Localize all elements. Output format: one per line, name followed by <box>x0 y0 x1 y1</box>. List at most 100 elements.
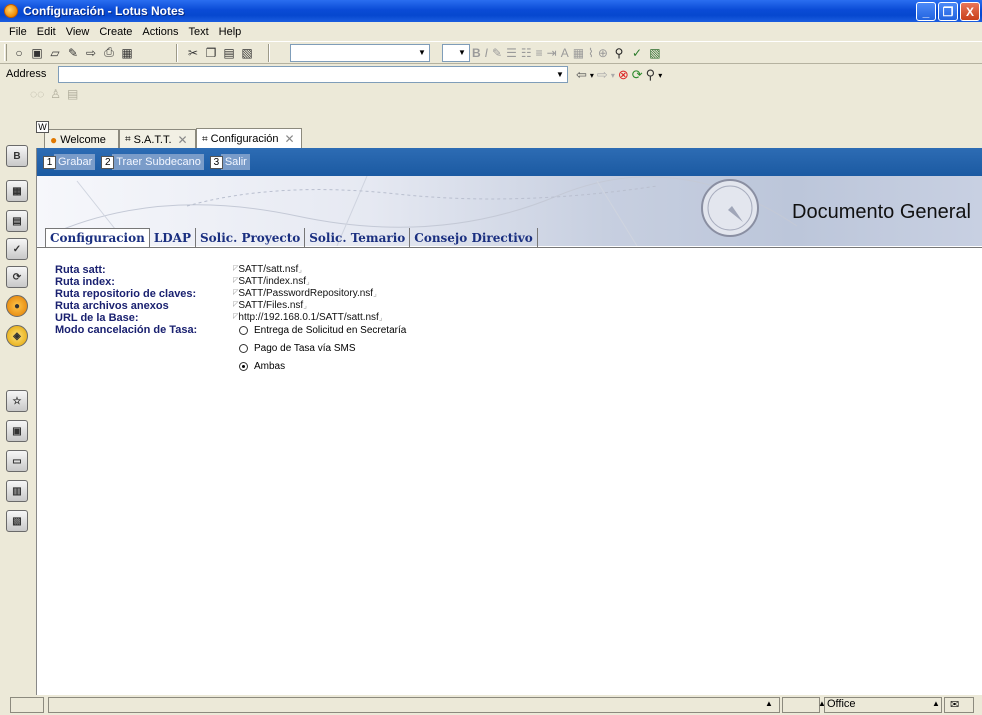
tab-solic-temario[interactable]: Solic. Temario <box>305 228 411 247</box>
find-icon[interactable]: ⚲ <box>611 45 627 61</box>
close-icon[interactable]: ✕ <box>285 132 295 146</box>
calendar-icon[interactable]: ▦ <box>119 45 135 61</box>
todo-bookmark-icon[interactable]: ✓ <box>6 238 28 260</box>
folder-bookmark-icon[interactable]: ▭ <box>6 450 28 472</box>
tab-consejo-directivo[interactable]: Consejo Directivo <box>410 228 538 247</box>
radio-pago-sms[interactable]: Pago de Tasa vía SMS <box>239 343 356 354</box>
ruta-archivos-field[interactable]: ◸SATT/Files.nsf⌟ <box>233 300 307 311</box>
forward-icon[interactable]: ⇨ <box>597 67 608 83</box>
menu-help[interactable]: Help <box>214 26 247 38</box>
ruta-index-field[interactable]: ◸SATT/index.nsf⌟ <box>233 276 310 287</box>
text-properties-icon[interactable]: A <box>561 46 569 60</box>
copy-icon[interactable]: ❐ <box>203 45 219 61</box>
salir-button[interactable]: 3 Salir <box>209 154 250 170</box>
save-icon[interactable]: ▣ <box>29 45 45 61</box>
tab-label: S.A.T.T. <box>133 133 172 146</box>
menu-actions[interactable]: Actions <box>137 26 183 38</box>
spellcheck-icon[interactable]: ✓ <box>629 45 645 61</box>
domino-bookmark-icon[interactable]: ◈ <box>6 325 28 347</box>
paste-icon[interactable]: ▤ <box>221 45 237 61</box>
replicator-bookmark-icon[interactable]: ⟳ <box>6 266 28 288</box>
paste-special-icon[interactable]: ▧ <box>239 45 255 61</box>
search-dropdown-icon[interactable]: ▾ <box>658 71 662 80</box>
url-base-field[interactable]: ◸http://192.168.0.1/SATT/satt.nsf⌟ <box>233 312 383 323</box>
radio-button[interactable] <box>239 326 248 335</box>
chevron-down-icon[interactable]: ▼ <box>415 45 429 61</box>
chevron-down-icon[interactable]: ▼ <box>455 45 469 61</box>
radio-button-checked[interactable] <box>239 362 248 371</box>
italic-icon[interactable]: I <box>485 46 488 60</box>
tab-satt[interactable]: ⌗ S.A.T.T. ✕ <box>119 129 196 149</box>
maximize-button[interactable]: ❐ <box>938 2 958 21</box>
picture-icon[interactable]: ▧ <box>647 45 663 61</box>
mail-icon[interactable]: ✉ <box>950 698 959 711</box>
link-icon[interactable]: ⊕ <box>598 46 608 60</box>
print-icon[interactable]: ⎙ <box>101 45 117 61</box>
grabar-button[interactable]: 1 Grabar <box>43 154 96 170</box>
favorites-bookmark-icon[interactable]: ☆ <box>6 390 28 412</box>
number-list-icon[interactable]: ☷ <box>521 46 532 60</box>
secondary-toolbar: ◌◌ ♙ ▤ <box>0 84 982 104</box>
history-bookmark-icon[interactable]: ▥ <box>6 480 28 502</box>
menu-text[interactable]: Text <box>183 26 213 38</box>
cut-icon[interactable]: ✂ <box>185 45 201 61</box>
status-message-area <box>48 697 780 713</box>
radio-label: Ambas <box>254 361 286 372</box>
radio-ambas[interactable]: Ambas <box>239 361 285 372</box>
back-icon[interactable]: ⇦ <box>576 67 587 83</box>
attach-icon[interactable]: ⌇ <box>588 46 594 60</box>
radio-entrega-solicitud[interactable]: Entrega de Solicitud en Secretaría <box>239 325 406 336</box>
databases-bookmark-icon[interactable]: ▣ <box>6 420 28 442</box>
field-value: SATT/index.nsf <box>238 276 307 287</box>
tab-welcome[interactable]: ● Welcome <box>44 129 119 149</box>
minimize-button[interactable]: _ <box>916 2 936 21</box>
close-window-button[interactable]: X <box>960 2 980 21</box>
status-db-box[interactable] <box>782 697 820 713</box>
tab-configuracion[interactable]: ⌗ Configuración ✕ <box>196 128 302 149</box>
edit-document-icon[interactable]: ✎ <box>65 45 81 61</box>
chevron-down-icon[interactable]: ▼ <box>553 67 567 82</box>
traer-subdecano-button[interactable]: 2 Traer Subdecano <box>101 154 204 170</box>
open-folder-icon[interactable]: ▱ <box>47 45 63 61</box>
more-bookmarks-icon[interactable]: ▧ <box>6 510 28 532</box>
menu-view[interactable]: View <box>61 26 95 38</box>
highlighter-icon[interactable]: ✎ <box>492 46 502 60</box>
person-icon[interactable]: ♙ <box>50 87 61 101</box>
chevron-up-icon[interactable]: ▲ <box>765 699 773 708</box>
ruta-satt-field[interactable]: ◸SATT/satt.nsf⌟ <box>233 264 302 275</box>
forward-icon[interactable]: ⇨ <box>83 45 99 61</box>
address-input[interactable] <box>58 66 568 83</box>
tab-configuracion-section[interactable]: Configuracion <box>45 228 150 247</box>
ruta-repositorio-field[interactable]: ◸SATT/PasswordRepository.nsf⌟ <box>233 288 377 299</box>
forward-dropdown-icon[interactable]: ▾ <box>611 71 615 80</box>
toolbar-grip[interactable] <box>4 44 7 61</box>
calendar-bookmark-icon[interactable]: ▦ <box>6 180 28 202</box>
memo-icon[interactable]: ▤ <box>67 87 78 101</box>
menu-create[interactable]: Create <box>94 26 137 38</box>
font-size-combo[interactable]: ▼ <box>442 43 470 62</box>
bold-icon[interactable]: B <box>472 46 481 60</box>
indent-icon[interactable]: ⇥ <box>547 46 557 60</box>
align-icon[interactable]: ≡ <box>536 46 543 60</box>
menu-edit[interactable]: Edit <box>32 26 61 38</box>
location-label[interactable]: Office <box>827 698 856 710</box>
refresh-icon[interactable]: ⟳ <box>632 67 643 83</box>
welcome-bookmark-icon[interactable]: ● <box>6 295 28 317</box>
discussion-icon[interactable]: ◌◌ <box>30 87 44 101</box>
close-icon[interactable]: ✕ <box>178 133 188 147</box>
bookmark-b-icon[interactable]: B <box>6 145 28 167</box>
stop-icon[interactable]: ⊗ <box>618 67 629 83</box>
style-combo[interactable]: ▼ <box>290 43 430 62</box>
window-title-bar[interactable]: Configuración - Lotus Notes _ ❐ X <box>0 0 982 22</box>
home-icon[interactable]: ○ <box>11 45 27 61</box>
table-icon[interactable]: ▦ <box>573 46 584 60</box>
tab-solic-proyecto[interactable]: Solic. Proyecto <box>196 228 306 247</box>
chevron-up-icon[interactable]: ▲ <box>932 699 940 708</box>
address-book-bookmark-icon[interactable]: ▤ <box>6 210 28 232</box>
menu-file[interactable]: File <box>4 26 32 38</box>
search-icon[interactable]: ⚲ <box>646 67 656 83</box>
bullet-list-icon[interactable]: ☰ <box>506 46 517 60</box>
tab-ldap[interactable]: LDAP <box>150 228 196 247</box>
back-dropdown-icon[interactable]: ▾ <box>590 71 594 80</box>
radio-button[interactable] <box>239 344 248 353</box>
